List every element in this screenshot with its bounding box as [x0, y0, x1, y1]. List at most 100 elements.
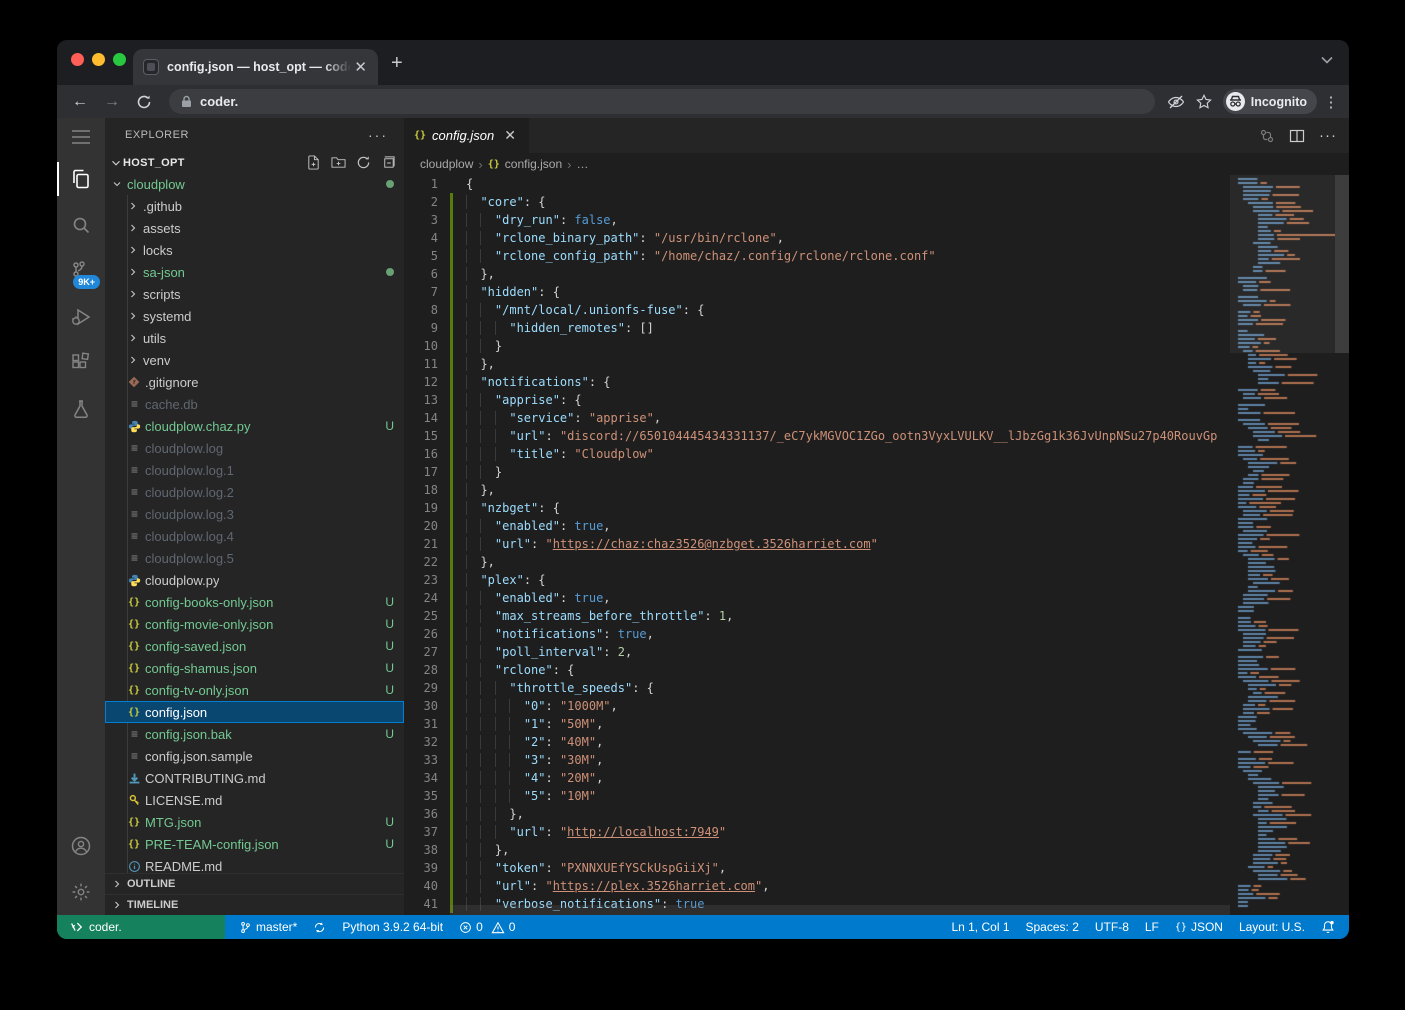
- eye-off-icon[interactable]: [1167, 93, 1189, 111]
- explorer-more-actions-icon[interactable]: ···: [368, 127, 388, 143]
- editor-tab-config-json[interactable]: {} config.json ✕: [404, 118, 529, 153]
- code-line[interactable]: 21 "url": "https://chaz:chaz3526@nzbget.…: [404, 535, 1230, 553]
- tree-item-scripts[interactable]: scripts: [105, 283, 404, 305]
- close-window-button[interactable]: [71, 53, 84, 66]
- more-actions-icon[interactable]: ···: [1319, 127, 1337, 144]
- extensions-activity-icon[interactable]: [57, 340, 105, 386]
- tree-item-LICENSE.md[interactable]: LICENSE.md: [105, 789, 404, 811]
- code-line[interactable]: 6 },: [404, 265, 1230, 283]
- code-editor[interactable]: 1{2 "core": {3 "dry_run": false,4 "rclon…: [404, 175, 1230, 915]
- code-line[interactable]: 33 "3": "30M",: [404, 751, 1230, 769]
- collapse-all-icon[interactable]: [381, 155, 396, 170]
- tree-item-.github[interactable]: .github: [105, 195, 404, 217]
- encoding-status[interactable]: UTF-8: [1095, 920, 1129, 934]
- code-line[interactable]: 8 "/mnt/local/.unionfs-fuse": {: [404, 301, 1230, 319]
- timeline-section-header[interactable]: TIMELINE: [105, 894, 404, 915]
- tree-item-config.json.bak[interactable]: ≡config.json.bakU: [105, 723, 404, 745]
- code-line[interactable]: 7 "hidden": {: [404, 283, 1230, 301]
- tree-item-utils[interactable]: utils: [105, 327, 404, 349]
- fullscreen-window-button[interactable]: [113, 53, 126, 66]
- code-line[interactable]: 20 "enabled": true,: [404, 517, 1230, 535]
- code-line[interactable]: 16 "title": "Cloudplow": [404, 445, 1230, 463]
- eol-status[interactable]: LF: [1145, 920, 1159, 934]
- code-line[interactable]: 17 }: [404, 463, 1230, 481]
- outline-section-header[interactable]: OUTLINE: [105, 873, 404, 894]
- close-editor-icon[interactable]: ✕: [504, 127, 516, 144]
- tree-item-config.json[interactable]: {}config.json: [105, 701, 404, 723]
- tree-item-sa-json[interactable]: sa-json: [105, 261, 404, 283]
- tree-item-cloudplow.log.1[interactable]: ≡cloudplow.log.1: [105, 459, 404, 481]
- tree-item-config-movie-only.json[interactable]: {}config-movie-only.jsonU: [105, 613, 404, 635]
- tree-item-config-tv-only.json[interactable]: {}config-tv-only.jsonU: [105, 679, 404, 701]
- tree-item-cache.db[interactable]: ≡cache.db: [105, 393, 404, 415]
- tree-item-config-books-only.json[interactable]: {}config-books-only.jsonU: [105, 591, 404, 613]
- code-line[interactable]: 2 "core": {: [404, 193, 1230, 211]
- tree-item-MTG.json[interactable]: {}MTG.jsonU: [105, 811, 404, 833]
- code-line[interactable]: 35 "5": "10M": [404, 787, 1230, 805]
- code-link[interactable]: https://plex.3526harriet.com: [553, 879, 755, 893]
- open-changes-icon[interactable]: [1259, 128, 1275, 144]
- code-link[interactable]: http://localhost:7949: [567, 825, 719, 839]
- source-control-activity-icon[interactable]: 9K+: [57, 248, 105, 294]
- tree-item-README.md[interactable]: README.md: [105, 855, 404, 873]
- minimap-viewport[interactable]: [1230, 175, 1335, 353]
- new-tab-button[interactable]: +: [391, 54, 403, 72]
- tree-item-config-saved.json[interactable]: {}config-saved.jsonU: [105, 635, 404, 657]
- code-line[interactable]: 1{: [404, 175, 1230, 193]
- tree-item-cloudplow.log[interactable]: ≡cloudplow.log: [105, 437, 404, 459]
- browser-menu-icon[interactable]: ⋮: [1323, 93, 1339, 111]
- code-line[interactable]: 22 },: [404, 553, 1230, 571]
- tree-item-PRE-TEAM-config.json[interactable]: {}PRE-TEAM-config.jsonU: [105, 833, 404, 855]
- cursor-position-status[interactable]: Ln 1, Col 1: [951, 920, 1009, 934]
- code-line[interactable]: 13 "apprise": {: [404, 391, 1230, 409]
- vertical-scrollbar[interactable]: [1335, 175, 1349, 353]
- python-interpreter-status[interactable]: Python 3.9.2 64-bit: [342, 920, 443, 934]
- settings-gear-icon[interactable]: [57, 869, 105, 915]
- breadcrumb-folder[interactable]: cloudplow: [420, 157, 473, 171]
- tree-item-cloudplow.py[interactable]: cloudplow.py: [105, 569, 404, 591]
- code-line[interactable]: 23 "plex": {: [404, 571, 1230, 589]
- run-debug-activity-icon[interactable]: [57, 294, 105, 340]
- code-line[interactable]: 32 "2": "40M",: [404, 733, 1230, 751]
- tree-item-config.json.sample[interactable]: ≡config.json.sample: [105, 745, 404, 767]
- code-line[interactable]: 26 "notifications": true,: [404, 625, 1230, 643]
- code-line[interactable]: 11 },: [404, 355, 1230, 373]
- search-activity-icon[interactable]: [57, 202, 105, 248]
- sync-button[interactable]: [313, 921, 326, 934]
- tree-item-locks[interactable]: locks: [105, 239, 404, 261]
- explorer-activity-icon[interactable]: [57, 156, 105, 202]
- code-line[interactable]: 3 "dry_run": false,: [404, 211, 1230, 229]
- code-line[interactable]: 9 "hidden_remotes": []: [404, 319, 1230, 337]
- tree-item-cloudplow.log.4[interactable]: ≡cloudplow.log.4: [105, 525, 404, 547]
- tree-item-CONTRIBUTING.md[interactable]: CONTRIBUTING.md: [105, 767, 404, 789]
- notifications-bell-icon[interactable]: [1321, 920, 1335, 934]
- code-line[interactable]: 15 "url": "discord://650104445434331137/…: [404, 427, 1230, 445]
- refresh-icon[interactable]: [356, 155, 371, 170]
- breadcrumb-symbol[interactable]: …: [576, 157, 588, 171]
- code-line[interactable]: 4 "rclone_binary_path": "/usr/bin/rclone…: [404, 229, 1230, 247]
- tab-close-icon[interactable]: ✕: [351, 58, 370, 76]
- code-line[interactable]: 30 "0": "1000M",: [404, 697, 1230, 715]
- testing-activity-icon[interactable]: [57, 386, 105, 432]
- tree-item-cloudplow[interactable]: cloudplow: [105, 173, 404, 195]
- indentation-status[interactable]: Spaces: 2: [1026, 920, 1079, 934]
- tree-item-cloudplow.log.2[interactable]: ≡cloudplow.log.2: [105, 481, 404, 503]
- code-line[interactable]: 12 "notifications": {: [404, 373, 1230, 391]
- reload-button[interactable]: [131, 94, 157, 110]
- remote-indicator[interactable]: coder.: [57, 915, 225, 939]
- code-line[interactable]: 40 "url": "https://plex.3526harriet.com"…: [404, 877, 1230, 895]
- tree-item-.gitignore[interactable]: .gitignore: [105, 371, 404, 393]
- problems-status[interactable]: 0 0: [459, 920, 515, 934]
- menu-hamburger-icon[interactable]: [57, 118, 105, 156]
- address-bar[interactable]: coder.: [169, 89, 1155, 114]
- language-mode-status[interactable]: {} JSON: [1175, 920, 1223, 934]
- code-line[interactable]: 28 "rclone": {: [404, 661, 1230, 679]
- code-line[interactable]: 19 "nzbget": {: [404, 499, 1230, 517]
- code-line[interactable]: 34 "4": "20M",: [404, 769, 1230, 787]
- tree-item-assets[interactable]: assets: [105, 217, 404, 239]
- code-link[interactable]: https://chaz:chaz3526@nzbget.3526harriet…: [553, 537, 871, 551]
- forward-button[interactable]: →: [99, 93, 125, 111]
- tree-item-cloudplow.log.5[interactable]: ≡cloudplow.log.5: [105, 547, 404, 569]
- browser-tab[interactable]: config.json — host_opt — code ✕: [133, 49, 378, 85]
- code-line[interactable]: 36 },: [404, 805, 1230, 823]
